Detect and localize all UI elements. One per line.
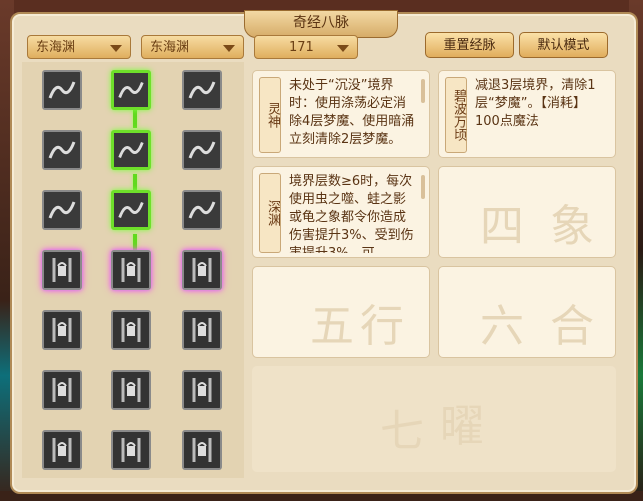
locked-chain-icon[interactable] [111, 430, 151, 470]
talent-card-text: 未处于“沉没”境界时：使用涤荡必定消除4层梦魔、使用暗涌立刻清除2层梦魔。 [289, 78, 415, 147]
talent-card-text: 减退3层境界，清除1层“梦魔”。【消耗】100点魔法 [475, 78, 596, 129]
talent-card-label: 灵神 [259, 77, 281, 153]
chevron-down-icon [110, 45, 122, 52]
locked-chain-icon[interactable] [111, 370, 151, 410]
locked-chain-icon[interactable] [42, 250, 82, 290]
watermark-glyph: 四 [480, 201, 524, 252]
talent-card-text: 境界层数≥6时，每次使用虫之噬、蛙之影或龟之象都令你造成伤害提升3%、受到伤害提… [289, 174, 414, 253]
mantis-claw-icon[interactable] [182, 130, 222, 170]
talent-card[interactable]: 深渊 境界层数≥6时，每次使用虫之噬、蛙之影或龟之象都令你造成伤害提升3%、受到… [252, 166, 430, 258]
watermark-glyph: 七 [380, 406, 424, 457]
watermark-glyph: 行 [360, 301, 404, 352]
card-scrollbar[interactable] [421, 79, 425, 103]
level-dropdown-value: 171 [289, 40, 314, 55]
watermark-glyph: 合 [550, 301, 594, 352]
figure-meditate-icon[interactable] [111, 70, 151, 110]
wave-swirl-icon[interactable] [42, 70, 82, 110]
locked-chain-icon[interactable] [42, 310, 82, 350]
chevron-down-icon [337, 45, 349, 52]
gourd-bag-icon[interactable] [182, 190, 222, 230]
tree-connector [133, 108, 137, 128]
locked-chain-icon[interactable] [182, 250, 222, 290]
branch-dropdown-value: 东海渊 [150, 40, 190, 55]
window-title: 奇经八脉 [244, 10, 398, 38]
locked-chain-icon[interactable] [42, 430, 82, 470]
watermark-glyph: 象 [550, 201, 594, 252]
tree-connector [133, 174, 137, 190]
locked-chain-icon[interactable] [182, 430, 222, 470]
empty-area [252, 366, 616, 472]
locked-chain-icon[interactable] [111, 310, 151, 350]
school-dropdown-value: 东海渊 [36, 40, 76, 55]
locked-chain-icon[interactable] [182, 310, 222, 350]
talent-card[interactable]: 碧波万顷 减退3层境界，清除1层“梦魔”。【消耗】100点魔法 [438, 70, 616, 158]
reset-meridian-button[interactable]: 重置经脉 [425, 32, 514, 58]
wind-swirl-icon[interactable] [182, 70, 222, 110]
chevron-down-icon [223, 45, 235, 52]
school-dropdown[interactable]: 东海渊 [27, 35, 131, 59]
water-wave-icon[interactable] [111, 130, 151, 170]
talent-card-label: 深渊 [259, 173, 281, 253]
level-dropdown[interactable]: 171 [254, 35, 358, 59]
watermark-glyph: 六 [480, 301, 524, 352]
fist-strike-icon[interactable] [42, 130, 82, 170]
card-scrollbar[interactable] [421, 175, 425, 199]
tree-connector [133, 234, 137, 250]
default-mode-button[interactable]: 默认模式 [519, 32, 608, 58]
talent-card[interactable]: 灵神 未处于“沉没”境界时：使用涤荡必定消除4层梦魔、使用暗涌立刻清除2层梦魔。 [252, 70, 430, 158]
watermark-glyph: 曜 [440, 401, 484, 452]
watermark-glyph: 五 [310, 301, 354, 352]
locked-chain-icon[interactable] [111, 250, 151, 290]
branch-dropdown[interactable]: 东海渊 [141, 35, 244, 59]
pillar-gate-icon[interactable] [111, 190, 151, 230]
talent-card-label: 碧波万顷 [445, 77, 467, 153]
lotus-icon[interactable] [42, 190, 82, 230]
locked-chain-icon[interactable] [182, 370, 222, 410]
locked-chain-icon[interactable] [42, 370, 82, 410]
